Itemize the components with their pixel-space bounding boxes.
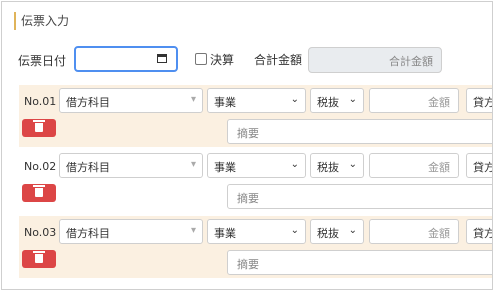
- settle-checkbox[interactable]: [195, 53, 207, 65]
- entry-number: No.02: [24, 160, 57, 173]
- date-input[interactable]: [74, 46, 178, 72]
- chevron-down-icon: ▾: [190, 225, 196, 236]
- entry-row: No.01 借方科目 ▾ 事業 ⌄ 税抜 ⌄ 金額 貸方 摘要: [19, 85, 493, 147]
- business-select[interactable]: 事業 ⌄: [207, 219, 306, 244]
- entry-row: No.02 借方科目 ▾ 事業 ⌄ 税抜 ⌄ 金額 貸方 摘要: [19, 150, 493, 212]
- entry-number: No.01: [24, 95, 57, 108]
- account-select[interactable]: 借方科目 ▾: [59, 219, 203, 244]
- chevron-down-icon: ⌄: [290, 159, 299, 170]
- amount-input[interactable]: 金額: [369, 219, 459, 244]
- memo-input[interactable]: 摘要: [227, 250, 492, 275]
- voucher-panel: 伝票入力 伝票日付 決算 合計金額 合計金額 No.01 借方科目 ▾ 事業 ⌄ 税…: [1, 1, 493, 290]
- delete-button[interactable]: [22, 119, 56, 137]
- credit-value: 貸方: [473, 227, 493, 240]
- credit-select[interactable]: 貸方: [466, 219, 493, 244]
- tax-value: 税抜: [317, 161, 339, 174]
- memo-input[interactable]: 摘要: [227, 119, 492, 144]
- entry-row: No.03 借方科目 ▾ 事業 ⌄ 税抜 ⌄ 金額 貸方 摘要: [19, 216, 493, 278]
- total-label: 合計金額: [254, 53, 303, 67]
- business-select[interactable]: 事業 ⌄: [207, 153, 306, 178]
- delete-button[interactable]: [22, 184, 56, 202]
- business-value: 事業: [214, 227, 236, 240]
- total-amount-field: 合計金額: [308, 47, 442, 73]
- delete-button[interactable]: [22, 250, 56, 268]
- date-label: 伝票日付: [18, 54, 67, 68]
- chevron-down-icon: ⌄: [290, 94, 299, 105]
- chevron-down-icon: ▾: [190, 94, 196, 105]
- chevron-down-icon: ⌄: [348, 225, 357, 236]
- account-select[interactable]: 借方科目 ▾: [59, 153, 203, 178]
- credit-select[interactable]: 貸方: [466, 88, 493, 113]
- account-select[interactable]: 借方科目 ▾: [59, 88, 203, 113]
- business-select[interactable]: 事業 ⌄: [207, 88, 306, 113]
- chevron-down-icon: ⌄: [290, 225, 299, 236]
- credit-value: 貸方: [473, 161, 493, 174]
- account-value: 借方科目: [66, 227, 110, 240]
- chevron-down-icon: ⌄: [348, 94, 357, 105]
- trash-icon: [33, 120, 45, 132]
- tax-value: 税抜: [317, 96, 339, 109]
- credit-select[interactable]: 貸方: [466, 153, 493, 178]
- entry-number: No.03: [24, 226, 57, 239]
- tax-select[interactable]: 税抜 ⌄: [310, 88, 364, 113]
- tax-value: 税抜: [317, 227, 339, 240]
- memo-input[interactable]: 摘要: [227, 184, 492, 209]
- amount-input[interactable]: 金額: [369, 153, 459, 178]
- chevron-down-icon: ⌄: [348, 159, 357, 170]
- business-value: 事業: [214, 96, 236, 109]
- account-value: 借方科目: [66, 161, 110, 174]
- tax-select[interactable]: 税抜 ⌄: [310, 219, 364, 244]
- settle-label: 決算: [210, 53, 235, 67]
- amount-input[interactable]: 金額: [369, 88, 459, 113]
- trash-icon: [33, 185, 45, 197]
- account-value: 借方科目: [66, 96, 110, 109]
- chevron-down-icon: ▾: [190, 159, 196, 170]
- credit-value: 貸方: [473, 96, 493, 109]
- tax-select[interactable]: 税抜 ⌄: [310, 153, 364, 178]
- page-title: 伝票入力: [14, 12, 69, 30]
- trash-icon: [33, 251, 45, 263]
- calendar-icon[interactable]: [157, 54, 167, 63]
- business-value: 事業: [214, 161, 236, 174]
